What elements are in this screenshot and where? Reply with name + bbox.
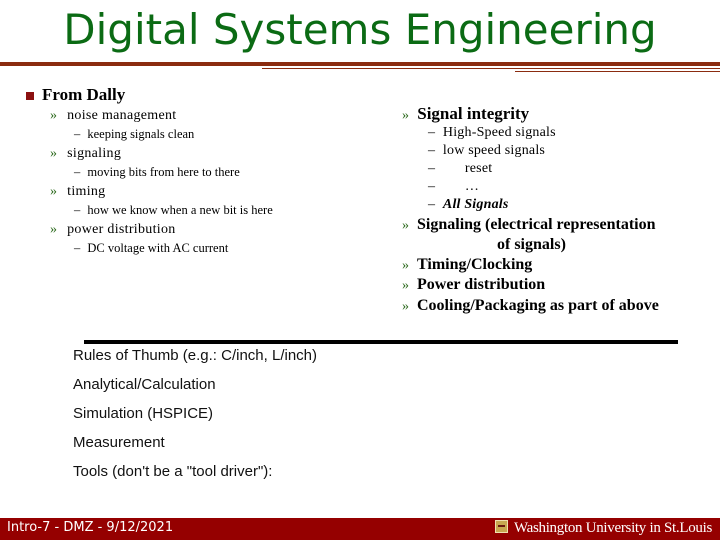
section-divider (84, 340, 678, 344)
right-item: » Signaling (electrical representation (402, 216, 655, 234)
right-heading-row: » Signal integrity (402, 104, 529, 124)
chevron-bullet-icon: » (402, 108, 409, 123)
right-subitem: – low speed signals (428, 143, 545, 159)
chevron-bullet-icon: » (50, 146, 58, 161)
list-subitem-label: keeping signals clean (87, 127, 195, 141)
square-bullet-icon (26, 92, 34, 100)
footer-bar: Intro-7 - DMZ - 9/12/2021 Washington Uni… (0, 518, 720, 540)
right-item-label: Timing/Clocking (417, 256, 533, 273)
right-subitem-label: High-Speed signals (442, 125, 556, 140)
right-item-continuation: of signals) (497, 236, 566, 253)
dash-bullet-icon: – (74, 165, 81, 179)
footer-university: Washington University in St.Louis (494, 520, 712, 537)
right-subitem-label: reset (464, 161, 493, 176)
right-subitem-label: … (464, 179, 480, 194)
dash-bullet-icon: – (74, 127, 81, 141)
dash-bullet-icon: – (428, 179, 436, 194)
method-item: Measurement (73, 434, 165, 451)
chevron-bullet-icon: » (402, 258, 409, 273)
right-item: » Power distribution (402, 276, 545, 294)
left-heading: From Dally (42, 85, 126, 104)
method-item: Analytical/Calculation (73, 376, 216, 393)
list-item-label: power distribution (67, 222, 176, 237)
right-item-label: Cooling/Packaging as part of above (417, 297, 659, 314)
list-subitem: – how we know when a new bit is here (74, 203, 273, 218)
list-item: » power distribution (50, 222, 176, 238)
list-item: » signaling (50, 146, 121, 162)
right-heading: Signal integrity (417, 104, 530, 123)
right-item-label: Signaling (electrical representation (417, 216, 656, 233)
chevron-bullet-icon: » (402, 278, 409, 293)
dash-bullet-icon: – (428, 143, 436, 158)
list-subitem: – moving bits from here to there (74, 165, 240, 180)
chevron-bullet-icon: » (402, 218, 409, 233)
right-subitem: – … (428, 179, 479, 195)
dash-bullet-icon: – (428, 125, 436, 140)
right-subitem: – reset (428, 161, 492, 177)
right-subitem: – High-Speed signals (428, 125, 556, 141)
list-subitem-label: moving bits from here to there (87, 165, 240, 179)
method-item: Simulation (HSPICE) (73, 405, 214, 422)
right-item: » Cooling/Packaging as part of above (402, 297, 659, 315)
slide-title: Digital Systems Engineering (63, 5, 657, 54)
method-item: Rules of Thumb (e.g.: C/inch, L/inch) (73, 347, 317, 364)
university-shield-icon (494, 520, 508, 533)
list-subitem-label: how we know when a new bit is here (87, 203, 273, 217)
chevron-bullet-icon: » (402, 299, 409, 314)
list-subitem: – keeping signals clean (74, 127, 194, 142)
right-item: » Timing/Clocking (402, 256, 532, 274)
list-item-label: timing (67, 184, 106, 199)
title-rule-thick (0, 62, 720, 66)
dash-bullet-icon: – (74, 241, 81, 255)
title-rule-thin (515, 71, 720, 72)
right-item-label: Power distribution (417, 276, 546, 293)
chevron-bullet-icon: » (50, 108, 58, 123)
right-subitem-label: All Signals (442, 197, 509, 212)
chevron-bullet-icon: » (50, 222, 58, 237)
list-item-label: signaling (67, 146, 122, 161)
title-rule-thin (262, 68, 720, 69)
footer-slide-info: Intro-7 - DMZ - 9/12/2021 (7, 520, 174, 535)
list-item: » timing (50, 184, 105, 200)
right-subitem: – All Signals (428, 197, 509, 213)
dash-bullet-icon: – (74, 203, 81, 217)
list-subitem: – DC voltage with AC current (74, 241, 228, 256)
list-subitem-label: DC voltage with AC current (87, 241, 229, 255)
dash-bullet-icon: – (428, 161, 436, 176)
method-item: Tools (don't be a "tool driver"): (73, 463, 273, 480)
list-item-label: noise management (67, 108, 177, 123)
dash-bullet-icon: – (428, 197, 436, 212)
list-item: » noise management (50, 108, 177, 124)
right-subitem-label: low speed signals (442, 143, 546, 158)
chevron-bullet-icon: » (50, 184, 58, 199)
footer-university-name: Washington University in St.Louis (513, 520, 712, 536)
